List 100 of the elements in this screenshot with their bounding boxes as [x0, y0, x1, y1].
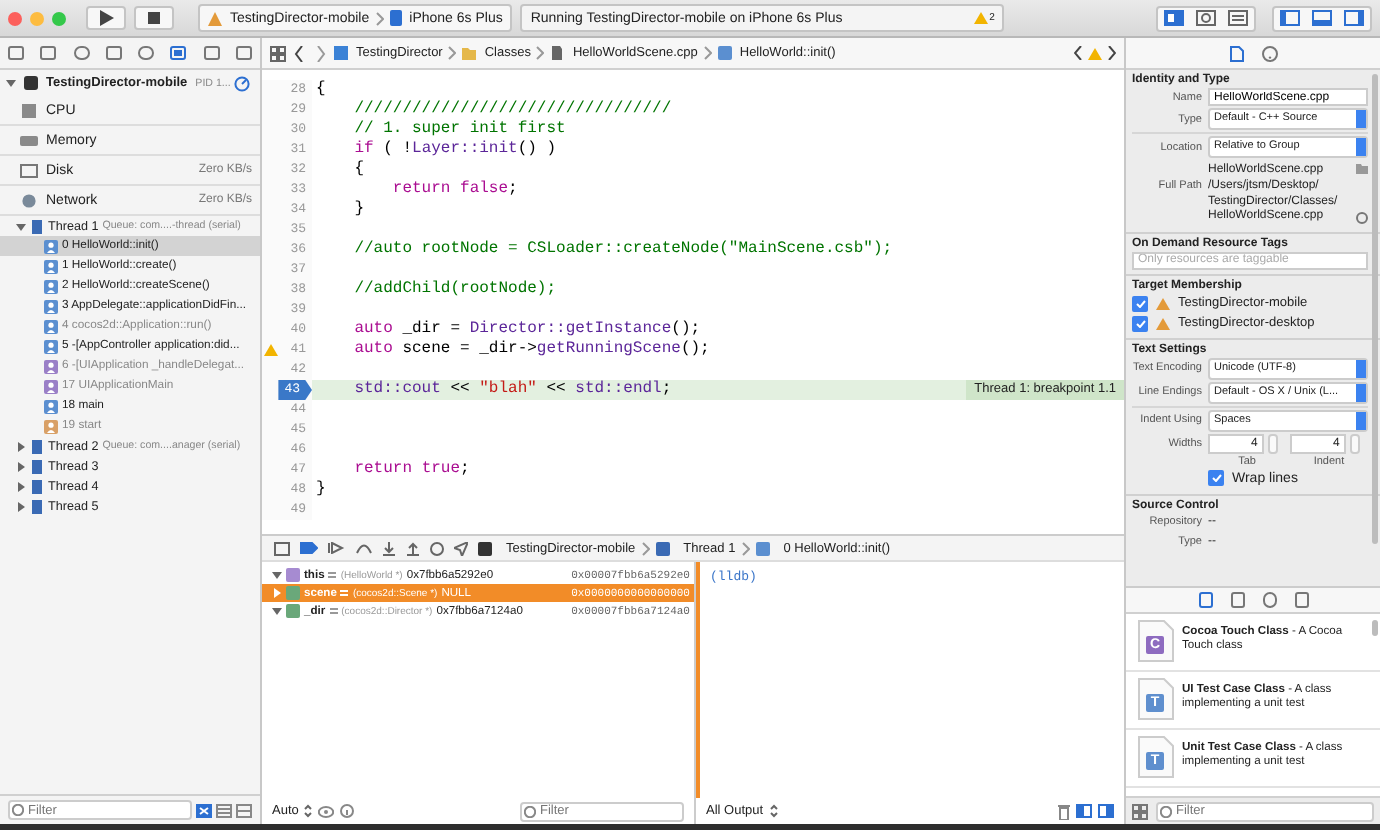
equals-icon	[328, 572, 337, 578]
code-line: //auto rootNode = CSLoader::createNode("MainScene.csb");	[352, 240, 893, 260]
help-tab[interactable]	[1261, 45, 1277, 61]
step-into-icon[interactable]	[382, 541, 396, 555]
close-button[interactable]	[8, 11, 22, 25]
continue-icon[interactable]	[328, 542, 346, 554]
previous-issue-icon[interactable]	[1074, 46, 1082, 60]
frame-icon	[755, 541, 770, 555]
grid-view-icon[interactable]	[1132, 803, 1148, 819]
chevron-icon	[741, 541, 750, 555]
cpu-gauge-icon	[20, 103, 38, 117]
frame-icon	[44, 359, 58, 373]
breakpoint-navigator-tab[interactable]	[201, 46, 222, 60]
view-hierarchy-icon[interactable]	[430, 541, 444, 555]
frames-filter-icon[interactable]	[216, 803, 232, 817]
chevron-icon	[641, 541, 650, 555]
queues-filter-icon[interactable]	[236, 803, 252, 817]
media-library-tab[interactable]	[1293, 592, 1309, 608]
disclosure-triangle[interactable]	[16, 501, 26, 511]
code-line: if ( !Layer::init() )	[352, 140, 557, 160]
version-editor-button[interactable]	[1222, 7, 1254, 29]
disclosure-triangle[interactable]	[16, 221, 26, 231]
chevron-icon	[703, 46, 712, 60]
location-icon[interactable]	[454, 541, 468, 555]
reveal-icon[interactable]	[1356, 212, 1368, 224]
folder-navigator-tab[interactable]	[6, 46, 27, 60]
related-items-icon[interactable]	[270, 45, 286, 61]
disk-gauge-icon	[20, 163, 38, 177]
utilities-panel-toggle[interactable]	[1338, 7, 1370, 29]
disclosure-triangle[interactable]	[16, 441, 26, 451]
info-icon[interactable]	[340, 804, 355, 818]
next-issue-icon[interactable]	[1108, 46, 1116, 60]
equals-icon	[340, 590, 349, 596]
code-line: {	[314, 80, 326, 100]
debug-navigator-tab[interactable]	[168, 46, 189, 60]
hide-debug-area-icon[interactable]	[274, 541, 290, 555]
disclosure-triangle[interactable]	[272, 570, 282, 580]
play-icon	[99, 10, 113, 26]
trash-icon[interactable]	[1058, 803, 1070, 819]
frame-icon	[44, 319, 58, 333]
method-icon	[717, 46, 732, 60]
frame-icon	[44, 259, 58, 273]
target-checkbox[interactable]	[1132, 315, 1148, 331]
network-gauge-icon	[20, 193, 38, 207]
thread-icon	[655, 541, 670, 555]
disclosure-triangle[interactable]	[16, 461, 26, 471]
stop-button[interactable]	[134, 6, 174, 30]
crashed-filter-icon[interactable]	[196, 803, 212, 817]
debug-panel-toggle[interactable]	[1306, 7, 1338, 29]
disclosure-triangle[interactable]	[272, 606, 282, 616]
frame-icon	[44, 239, 58, 253]
console-pane-toggle[interactable]	[1098, 804, 1114, 818]
thread-icon	[30, 219, 44, 233]
file-icon	[550, 46, 565, 60]
issue-navigator-tab[interactable]	[103, 46, 124, 60]
scroll-bar[interactable]	[1372, 620, 1378, 636]
folder-icon[interactable]	[1356, 164, 1368, 174]
code-line: return false;	[390, 180, 518, 200]
argument-variable-icon	[286, 568, 300, 582]
step-over-icon[interactable]	[356, 542, 372, 554]
back-button[interactable]	[290, 45, 308, 61]
standard-editor-button[interactable]	[1158, 7, 1190, 29]
variables-pane-toggle[interactable]	[1076, 804, 1092, 818]
disclosure-triangle[interactable]	[6, 78, 16, 88]
eye-icon[interactable]	[318, 805, 335, 817]
symbol-navigator-tab[interactable]	[38, 46, 59, 60]
phone-icon	[389, 10, 402, 26]
file-library-tab[interactable]	[1197, 592, 1213, 608]
code-line: }	[314, 480, 326, 500]
memory-gauge-icon	[20, 133, 38, 147]
disclosure-triangle[interactable]	[272, 588, 282, 598]
disclosure-triangle[interactable]	[16, 481, 26, 491]
object-library-tab[interactable]	[1261, 592, 1277, 608]
step-out-icon[interactable]	[406, 541, 420, 555]
frame-icon	[44, 339, 58, 353]
report-navigator-tab[interactable]	[233, 46, 254, 60]
breakpoints-toggle-icon[interactable]	[300, 542, 318, 554]
target-checkbox[interactable]	[1132, 295, 1148, 311]
chevron-icon	[375, 11, 384, 25]
code-line: // 1. super init first	[352, 120, 566, 140]
frame-icon	[44, 279, 58, 293]
code-line: return true;	[352, 460, 470, 480]
code-library-tab[interactable]	[1229, 592, 1245, 608]
frame-icon	[44, 379, 58, 393]
run-button[interactable]	[86, 6, 126, 30]
test-navigator-tab[interactable]	[136, 46, 157, 60]
search-navigator-tab[interactable]	[71, 46, 92, 60]
filter-icon	[1160, 805, 1172, 817]
filter-icon	[524, 805, 536, 817]
frame-icon	[44, 299, 58, 313]
stepper-icon	[304, 804, 313, 818]
navigator-panel-toggle[interactable]	[1274, 7, 1306, 29]
file-inspector-tab[interactable]	[1229, 45, 1243, 61]
stop-icon	[148, 12, 160, 24]
code-line: /////////////////////////////////	[352, 100, 672, 120]
equals-icon	[329, 608, 338, 614]
scroll-bar[interactable]	[1372, 74, 1378, 544]
wrap-lines-checkbox[interactable]	[1208, 470, 1224, 486]
stepper-icon	[769, 804, 778, 818]
assistant-editor-button[interactable]	[1190, 7, 1222, 29]
